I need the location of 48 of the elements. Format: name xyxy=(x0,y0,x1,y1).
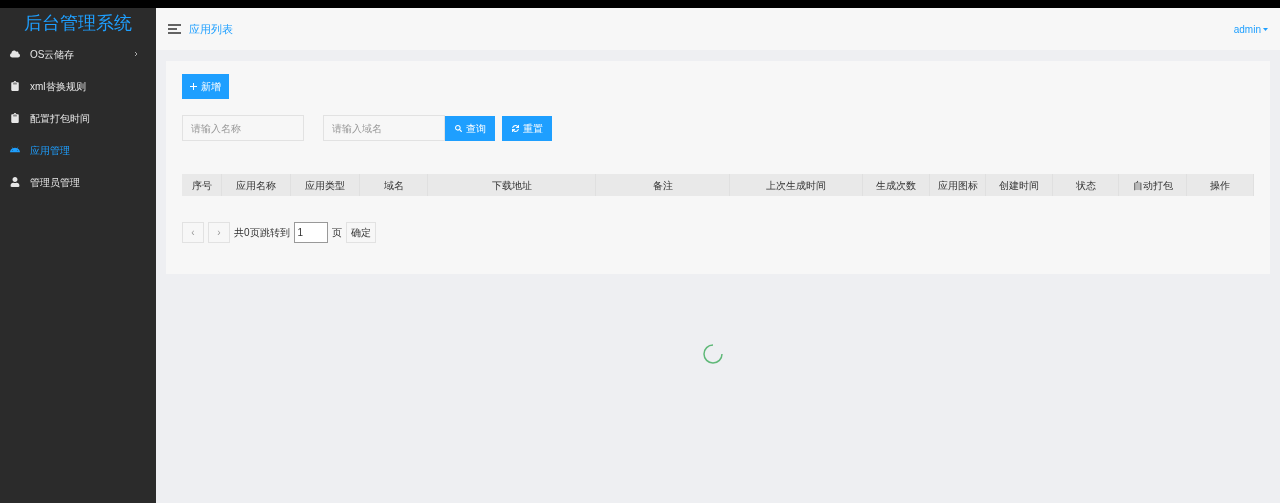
sidebar-item[interactable]: xml替换规则 xyxy=(0,70,156,102)
user-icon xyxy=(10,177,20,187)
column-header: 域名 xyxy=(360,174,428,196)
plus-icon xyxy=(190,83,197,90)
confirm-button[interactable]: 确定 xyxy=(345,222,376,243)
android-icon xyxy=(10,145,20,155)
caret-icon xyxy=(1263,27,1268,31)
next-page-button[interactable]: › xyxy=(208,222,230,243)
column-header: 下载地址 xyxy=(428,174,596,196)
add-button[interactable]: 新增 xyxy=(182,74,229,99)
column-header: 创建时间 xyxy=(986,174,1053,196)
clipboard-icon xyxy=(10,81,20,91)
page-input[interactable]: 1 xyxy=(293,222,328,243)
reset-button[interactable]: 重置 xyxy=(502,115,552,141)
sidebar-label: 应用管理 xyxy=(30,143,71,158)
column-header: 生成次数 xyxy=(863,174,930,196)
sidebar-item[interactable]: 配置打包时间 xyxy=(0,102,156,134)
search-button[interactable]: 查询 xyxy=(445,115,495,141)
column-header: 应用类型 xyxy=(291,174,360,196)
search-icon xyxy=(454,124,462,132)
domain-input[interactable]: 请输入域名 xyxy=(323,115,445,141)
sidebar-item[interactable]: 管理员管理 xyxy=(0,166,156,198)
sidebar-item[interactable]: OS云储存 xyxy=(0,38,156,70)
sidebar-label: xml替换规则 xyxy=(30,79,87,94)
breadcrumb[interactable]: 应用列表 xyxy=(189,20,1234,38)
column-header: 状态 xyxy=(1053,174,1119,196)
column-header: 应用图标 xyxy=(930,174,986,196)
menu-icon[interactable] xyxy=(168,24,181,34)
column-header: 备注 xyxy=(596,174,730,196)
user-menu[interactable]: admin xyxy=(1233,21,1268,37)
prev-page-button[interactable]: ‹ xyxy=(182,222,204,243)
column-header: 上次生成时间 xyxy=(730,174,863,196)
column-header: 操作 xyxy=(1187,174,1254,196)
sidebar-label: OS云储存 xyxy=(30,47,76,62)
name-input[interactable]: 请输入名称 xyxy=(182,115,304,141)
page-unit: 页 xyxy=(331,226,342,240)
clipboard-icon xyxy=(10,113,20,123)
column-header: 序号 xyxy=(182,174,222,196)
page-total-text: 共0页跳转到 xyxy=(234,226,290,240)
refresh-icon xyxy=(511,124,519,132)
column-header: 自动打包 xyxy=(1119,174,1187,196)
sidebar-label: 管理员管理 xyxy=(30,175,81,190)
app-title: 后台管理系统 xyxy=(23,11,133,35)
loading-spinner-icon xyxy=(703,343,723,364)
cloud-icon xyxy=(10,49,20,59)
sidebar-item[interactable]: 应用管理 xyxy=(0,134,156,166)
column-header: 应用名称 xyxy=(222,174,291,196)
sidebar-label: 配置打包时间 xyxy=(30,111,91,126)
